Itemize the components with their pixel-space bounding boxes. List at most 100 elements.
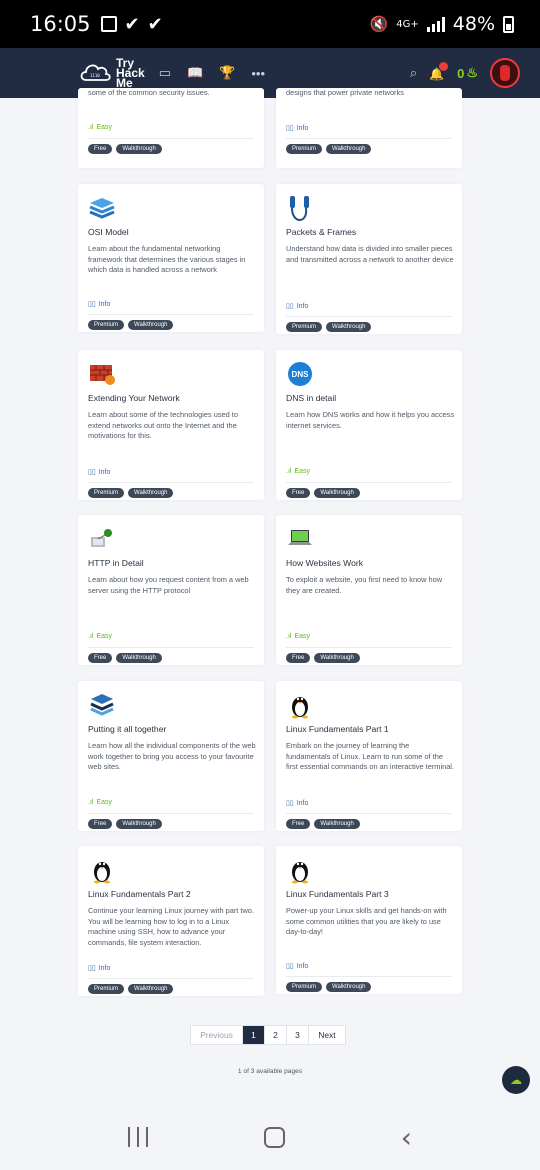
search-icon[interactable]: ⌕ — [410, 65, 417, 81]
tag-premium: Premium — [286, 144, 323, 154]
room-card[interactable]: Packets & Frames Understand how data is d… — [276, 184, 462, 334]
room-title[interactable]: Linux Fundamentals Part 1 — [286, 724, 389, 734]
difficulty-label: Easy — [96, 633, 113, 640]
recents-button[interactable] — [127, 1127, 148, 1147]
learn-book-icon[interactable]: 📖 — [187, 65, 203, 81]
room-description: Continue your learning Linux journey wit… — [88, 906, 254, 947]
tag-walkthrough: Walkthrough — [326, 144, 372, 154]
room-card[interactable]: Linux Fundamentals Part 3 Power-up your L… — [276, 846, 462, 994]
divider — [88, 813, 254, 814]
info-link[interactable]: ▯▯ Info — [286, 302, 309, 311]
more-icon[interactable]: ••• — [251, 66, 265, 81]
room-description: To exploit a website, you first need to … — [286, 575, 443, 595]
status-bar: 16:05 ✔ ✔ 🔇 4G+ 48% — [0, 0, 540, 48]
room-title[interactable]: HTTP in Detail — [88, 558, 144, 568]
room-title[interactable]: Linux Fundamentals Part 2 — [88, 889, 191, 899]
dashboard-icon[interactable]: ▭ — [159, 65, 171, 81]
info-link[interactable]: ▯▯ Info — [286, 962, 308, 971]
tag-walkthrough: Walkthrough — [128, 488, 174, 498]
room-card-partial[interactable]: designs that power private networks ▯▯ In… — [276, 88, 462, 168]
dns-icon: DNS — [286, 360, 314, 388]
room-card[interactable]: DNS DNS in detail Learn how DNS works and … — [276, 350, 462, 500]
info-label: Info — [296, 124, 309, 132]
info-link[interactable]: ▯▯ Info — [88, 300, 111, 309]
room-card[interactable]: Extending Your Network Learn about some o… — [78, 350, 264, 500]
page-1-button[interactable]: 1 — [243, 1026, 265, 1044]
notifications-button[interactable]: 🔔 — [429, 62, 449, 81]
divider — [286, 976, 452, 977]
room-title[interactable]: DNS in detail — [286, 393, 336, 403]
room-title[interactable]: How Websites Work — [286, 558, 363, 568]
trophy-icon[interactable]: 🏆 — [219, 65, 235, 81]
room-title[interactable]: Putting it all together — [88, 724, 166, 734]
page-3-button[interactable]: 3 — [287, 1026, 309, 1044]
computer-network-icon — [88, 525, 116, 553]
signal-bars-icon: .ıl — [286, 633, 292, 640]
tag-walkthrough: Walkthrough — [314, 488, 360, 498]
room-card[interactable]: Linux Fundamentals Part 1 Embark on the j… — [276, 681, 462, 831]
divider — [88, 138, 254, 139]
difficulty-easy: .ıl Easy — [88, 633, 112, 640]
signal-bars-icon: .ıl — [286, 468, 292, 475]
divider — [286, 813, 452, 814]
divider — [286, 316, 452, 317]
streak-count: 0 — [457, 65, 465, 81]
difficulty-label: Easy — [294, 633, 311, 640]
info-link[interactable]: ▯▯ Info — [88, 468, 110, 477]
difficulty-easy: .ıl Easy — [286, 633, 310, 640]
svg-text:DNS: DNS — [292, 370, 310, 379]
room-card-partial[interactable]: some of the common security issues. .ıl E… — [78, 88, 264, 168]
book-icon: ▯▯ — [88, 965, 96, 972]
tag-walkthrough: Walkthrough — [326, 982, 372, 992]
difficulty-label: Easy — [96, 799, 113, 806]
back-button[interactable]: ‹ — [401, 1121, 412, 1154]
info-link[interactable]: ▯▯ Info — [88, 964, 110, 973]
cloud-icon: ☁ — [510, 1073, 522, 1087]
room-card[interactable]: How Websites Work To exploit a website, y… — [276, 515, 462, 665]
home-button[interactable] — [263, 1126, 285, 1148]
tag-walkthrough: Walkthrough — [128, 984, 174, 994]
room-card[interactable]: Putting it all together Learn how all the… — [78, 681, 264, 831]
info-label: Info — [98, 300, 111, 308]
network-cable-icon — [286, 194, 314, 222]
system-navigation-bar: ‹ — [0, 1104, 540, 1170]
previous-page-button[interactable]: Previous — [191, 1026, 243, 1044]
divider — [88, 978, 254, 979]
user-avatar[interactable] — [490, 58, 520, 88]
battery-icon — [503, 15, 514, 33]
info-link[interactable]: ▯▯ Info — [286, 124, 309, 133]
tag-walkthrough: Walkthrough — [116, 819, 162, 829]
signal-bars-icon: .ıl — [88, 633, 94, 640]
cloud-fab-button[interactable]: ☁ — [502, 1066, 530, 1094]
info-label: Info — [296, 302, 309, 310]
pagination-summary: 1 of 3 available pages — [237, 1068, 303, 1075]
info-link[interactable]: ▯▯ Info — [286, 799, 308, 808]
divider — [88, 314, 254, 315]
avatar-image — [500, 65, 510, 81]
room-description: Learn how DNS works and how it helps you… — [286, 410, 455, 430]
tag-walkthrough: Walkthrough — [128, 320, 174, 330]
next-page-button[interactable]: Next — [309, 1026, 345, 1044]
tag-walkthrough: Walkthrough — [116, 144, 162, 154]
room-card[interactable]: HTTP in Detail Learn about how you reques… — [78, 515, 264, 665]
gallery-icon — [100, 16, 117, 32]
divider — [88, 482, 254, 483]
difficulty-easy: .ıl Easy — [286, 468, 310, 475]
room-title[interactable]: OSI Model — [88, 227, 129, 237]
book-icon: ▯▯ — [88, 469, 96, 476]
room-description: Learn about the fundamental networking f… — [88, 244, 246, 275]
room-description: Learn about how you request content from… — [88, 575, 249, 595]
tag-walkthrough: Walkthrough — [326, 322, 372, 332]
tag-premium: Premium — [88, 320, 125, 330]
difficulty-easy: .ıl Easy — [88, 799, 112, 806]
tag-free: Free — [286, 488, 311, 498]
room-title[interactable]: Packets & Frames — [286, 227, 356, 237]
room-title[interactable]: Linux Fundamentals Part 3 — [286, 889, 389, 899]
room-card[interactable]: OSI Model Learn about the fundamental net… — [78, 184, 264, 332]
svg-text:1110: 1110 — [90, 73, 100, 78]
streak-counter[interactable]: 0 ♨ — [457, 65, 478, 81]
room-card[interactable]: Linux Fundamentals Part 2 Continue your l… — [78, 846, 264, 996]
page-2-button[interactable]: 2 — [265, 1026, 287, 1044]
room-title[interactable]: Extending Your Network — [88, 393, 180, 403]
tryhackme-logo[interactable]: 1110 Try Hack Me — [78, 57, 145, 89]
